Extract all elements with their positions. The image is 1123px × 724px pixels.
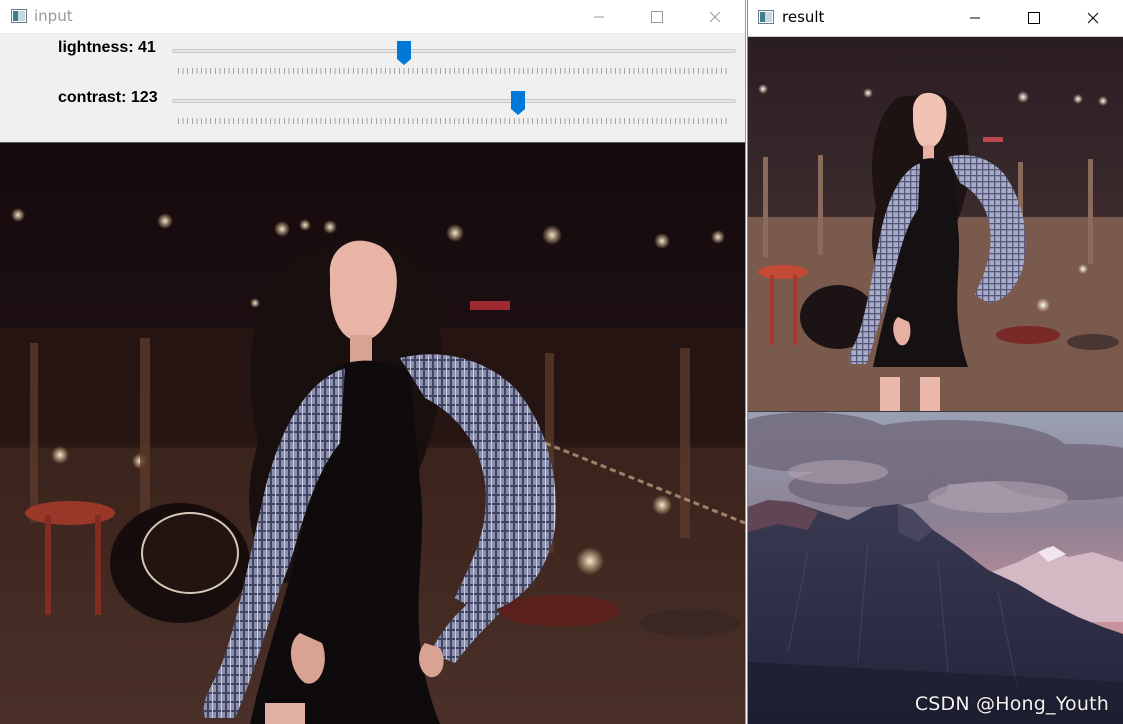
trackbar-contrast: contrast: 123 bbox=[0, 84, 745, 134]
mountain-scene-svg bbox=[748, 412, 1123, 724]
result-maximize-button[interactable] bbox=[1006, 0, 1062, 36]
lightness-groove[interactable] bbox=[172, 49, 736, 53]
contrast-thumb[interactable] bbox=[511, 91, 525, 115]
input-window: input lightness: 41 contrast: 123 bbox=[0, 0, 746, 724]
maximize-icon bbox=[651, 10, 663, 23]
night-portrait-image bbox=[0, 143, 745, 724]
input-image-canvas bbox=[0, 143, 745, 724]
input-maximize-button[interactable] bbox=[629, 0, 685, 33]
app-window-icon bbox=[758, 10, 774, 24]
minimize-icon bbox=[970, 17, 980, 19]
minimize-icon bbox=[594, 16, 604, 17]
app-window-icon bbox=[11, 9, 27, 23]
lightness-label: lightness: 41 bbox=[58, 39, 156, 56]
input-titlebar[interactable]: input bbox=[0, 0, 745, 34]
result-minimize-button[interactable] bbox=[947, 0, 1003, 36]
watermark-text: CSDN @Hong_Youth bbox=[914, 693, 1109, 715]
input-minimize-button[interactable] bbox=[571, 0, 627, 33]
input-close-button[interactable] bbox=[687, 0, 743, 33]
close-icon bbox=[1087, 12, 1099, 24]
result-window: result CSDN @Hong_Youth bbox=[747, 0, 1123, 724]
lightness-ticks bbox=[178, 68, 730, 74]
input-window-title: input bbox=[34, 7, 73, 25]
close-icon bbox=[709, 11, 721, 22]
trackbar-panel: lightness: 41 contrast: 123 bbox=[0, 34, 745, 143]
trackbar-lightness: lightness: 41 bbox=[0, 34, 745, 84]
maximize-icon bbox=[1028, 12, 1040, 24]
result-portrait-image bbox=[748, 37, 1123, 412]
contrast-groove[interactable] bbox=[172, 99, 736, 103]
result-mountain-image: CSDN @Hong_Youth bbox=[748, 412, 1123, 724]
contrast-ticks bbox=[178, 118, 730, 124]
result-portrait-svg bbox=[748, 37, 1123, 411]
result-close-button[interactable] bbox=[1065, 0, 1121, 36]
result-titlebar[interactable]: result bbox=[748, 0, 1123, 37]
result-window-title: result bbox=[782, 8, 825, 26]
contrast-label: contrast: 123 bbox=[58, 89, 158, 106]
lightness-thumb[interactable] bbox=[397, 41, 411, 65]
